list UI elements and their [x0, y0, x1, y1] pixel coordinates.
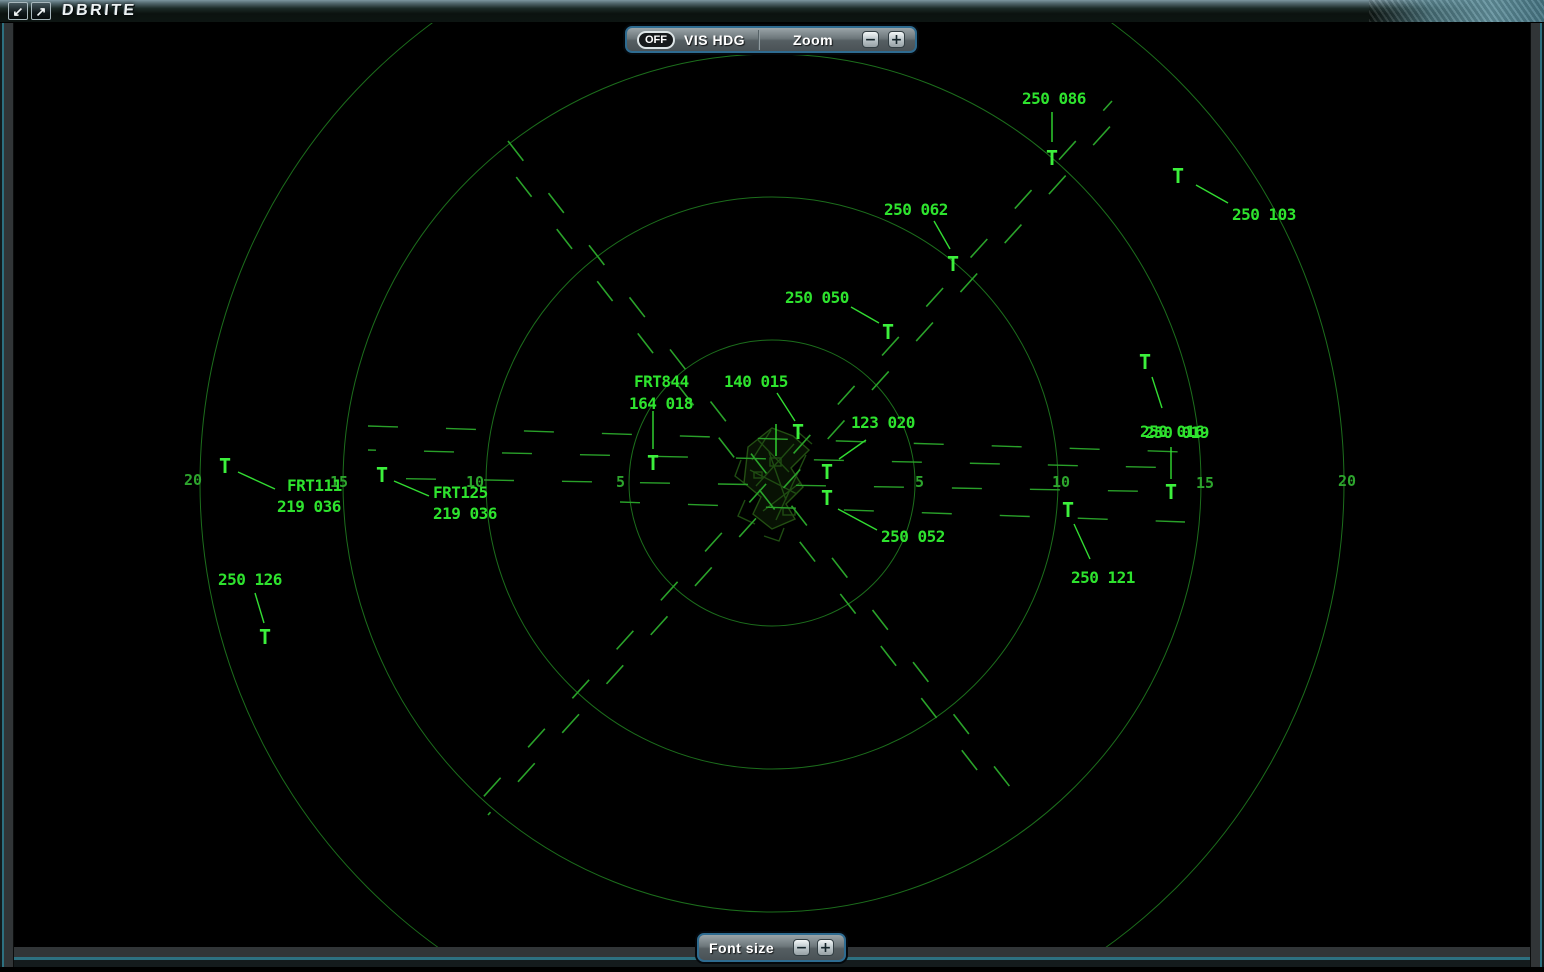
leader-line	[839, 440, 866, 459]
zoom-label: Zoom	[793, 32, 833, 48]
aircraft-target[interactable]: T	[1046, 146, 1058, 170]
datablock[interactable]: 250 052	[881, 527, 945, 546]
leader-line	[777, 393, 795, 421]
window-frame-right	[1530, 22, 1544, 967]
radar-scope: 20151055101520TTTTTTTTTTTTTT250 086250 1…	[0, 0, 1544, 967]
datablock[interactable]: 219 036	[277, 497, 341, 516]
runway-centerline-dashes	[476, 101, 1112, 805]
leader-line	[1152, 377, 1162, 408]
font-size-increase-button[interactable]: +	[817, 939, 834, 956]
datablock[interactable]: 250 050	[785, 288, 849, 307]
range-label: 10	[1052, 473, 1070, 491]
leader-line	[394, 481, 429, 496]
runway-centerline-dashes	[508, 141, 1014, 792]
leader-line	[934, 221, 950, 249]
vis-hdg-off-button[interactable]: OFF	[637, 31, 675, 49]
aircraft-target[interactable]: T	[376, 463, 388, 487]
aircraft-target[interactable]: T	[821, 486, 833, 510]
window-title: DBRITE	[61, 2, 137, 20]
restore-window-icon[interactable]: ↙	[8, 2, 28, 20]
datablock[interactable]: 250 126	[218, 570, 282, 589]
datablock[interactable]: FRT844	[634, 372, 689, 391]
range-label: 5	[915, 473, 924, 491]
aircraft-target[interactable]: T	[1062, 498, 1074, 522]
datablock[interactable]: 250 062	[884, 200, 948, 219]
aircraft-target[interactable]: T	[947, 252, 959, 276]
datablock[interactable]: FRT125	[433, 483, 488, 502]
font-size-toolbar: Font size − +	[697, 933, 846, 962]
runway-centerline-dashes	[488, 111, 1124, 815]
datablock[interactable]: 219 036	[433, 504, 497, 523]
leader-line	[255, 593, 264, 623]
aircraft-target[interactable]: T	[882, 320, 894, 344]
title-bar: ↙ ↗ DBRITE	[0, 0, 1544, 23]
aircraft-target[interactable]: T	[1172, 164, 1184, 188]
zoom-in-button[interactable]: +	[888, 31, 905, 48]
runway-centerline-dashes	[620, 502, 1185, 522]
aircraft-target[interactable]: T	[792, 420, 804, 444]
toolbar-divider	[758, 30, 760, 50]
range-label: 20	[1338, 472, 1356, 490]
aircraft-target[interactable]: T	[219, 454, 231, 478]
leader-line	[1196, 185, 1228, 203]
aircraft-target[interactable]: T	[259, 625, 271, 649]
leader-line	[851, 307, 879, 323]
datablock[interactable]: FRT111	[287, 476, 342, 495]
range-label: 5	[616, 473, 625, 491]
zoom-out-button[interactable]: −	[862, 31, 879, 48]
datablock[interactable]: 164 018	[629, 394, 693, 413]
title-bar-gloss-cap	[1369, 0, 1544, 22]
aircraft-target[interactable]: T	[647, 451, 659, 475]
aircraft-target[interactable]: T	[1165, 480, 1177, 504]
window-frame-left	[0, 22, 14, 967]
radar-display: 20151055101520TTTTTTTTTTTTTT250 086250 1…	[0, 0, 1544, 967]
aircraft-target[interactable]: T	[1139, 350, 1151, 374]
datablock[interactable]: 250 086	[1022, 89, 1086, 108]
font-size-label: Font size	[709, 940, 774, 956]
range-label: 15	[1196, 474, 1214, 492]
datablock[interactable]: 250 103	[1232, 205, 1296, 224]
display-toolbar: OFF VIS HDG Zoom − +	[625, 26, 917, 53]
datablock[interactable]: 250 121	[1071, 568, 1135, 587]
leader-line	[838, 509, 877, 530]
datablock[interactable]: 123 020	[851, 413, 915, 432]
maximize-window-icon[interactable]: ↗	[31, 2, 51, 20]
range-label: 20	[184, 471, 202, 489]
vis-hdg-label: VIS HDG	[684, 32, 745, 48]
leader-line	[1074, 524, 1090, 559]
datablock[interactable]: 140 015	[724, 372, 788, 391]
aircraft-target[interactable]: T	[821, 460, 833, 484]
font-size-decrease-button[interactable]: −	[793, 939, 810, 956]
leader-line	[238, 472, 275, 489]
datablock[interactable]: 250 019	[1145, 423, 1209, 442]
